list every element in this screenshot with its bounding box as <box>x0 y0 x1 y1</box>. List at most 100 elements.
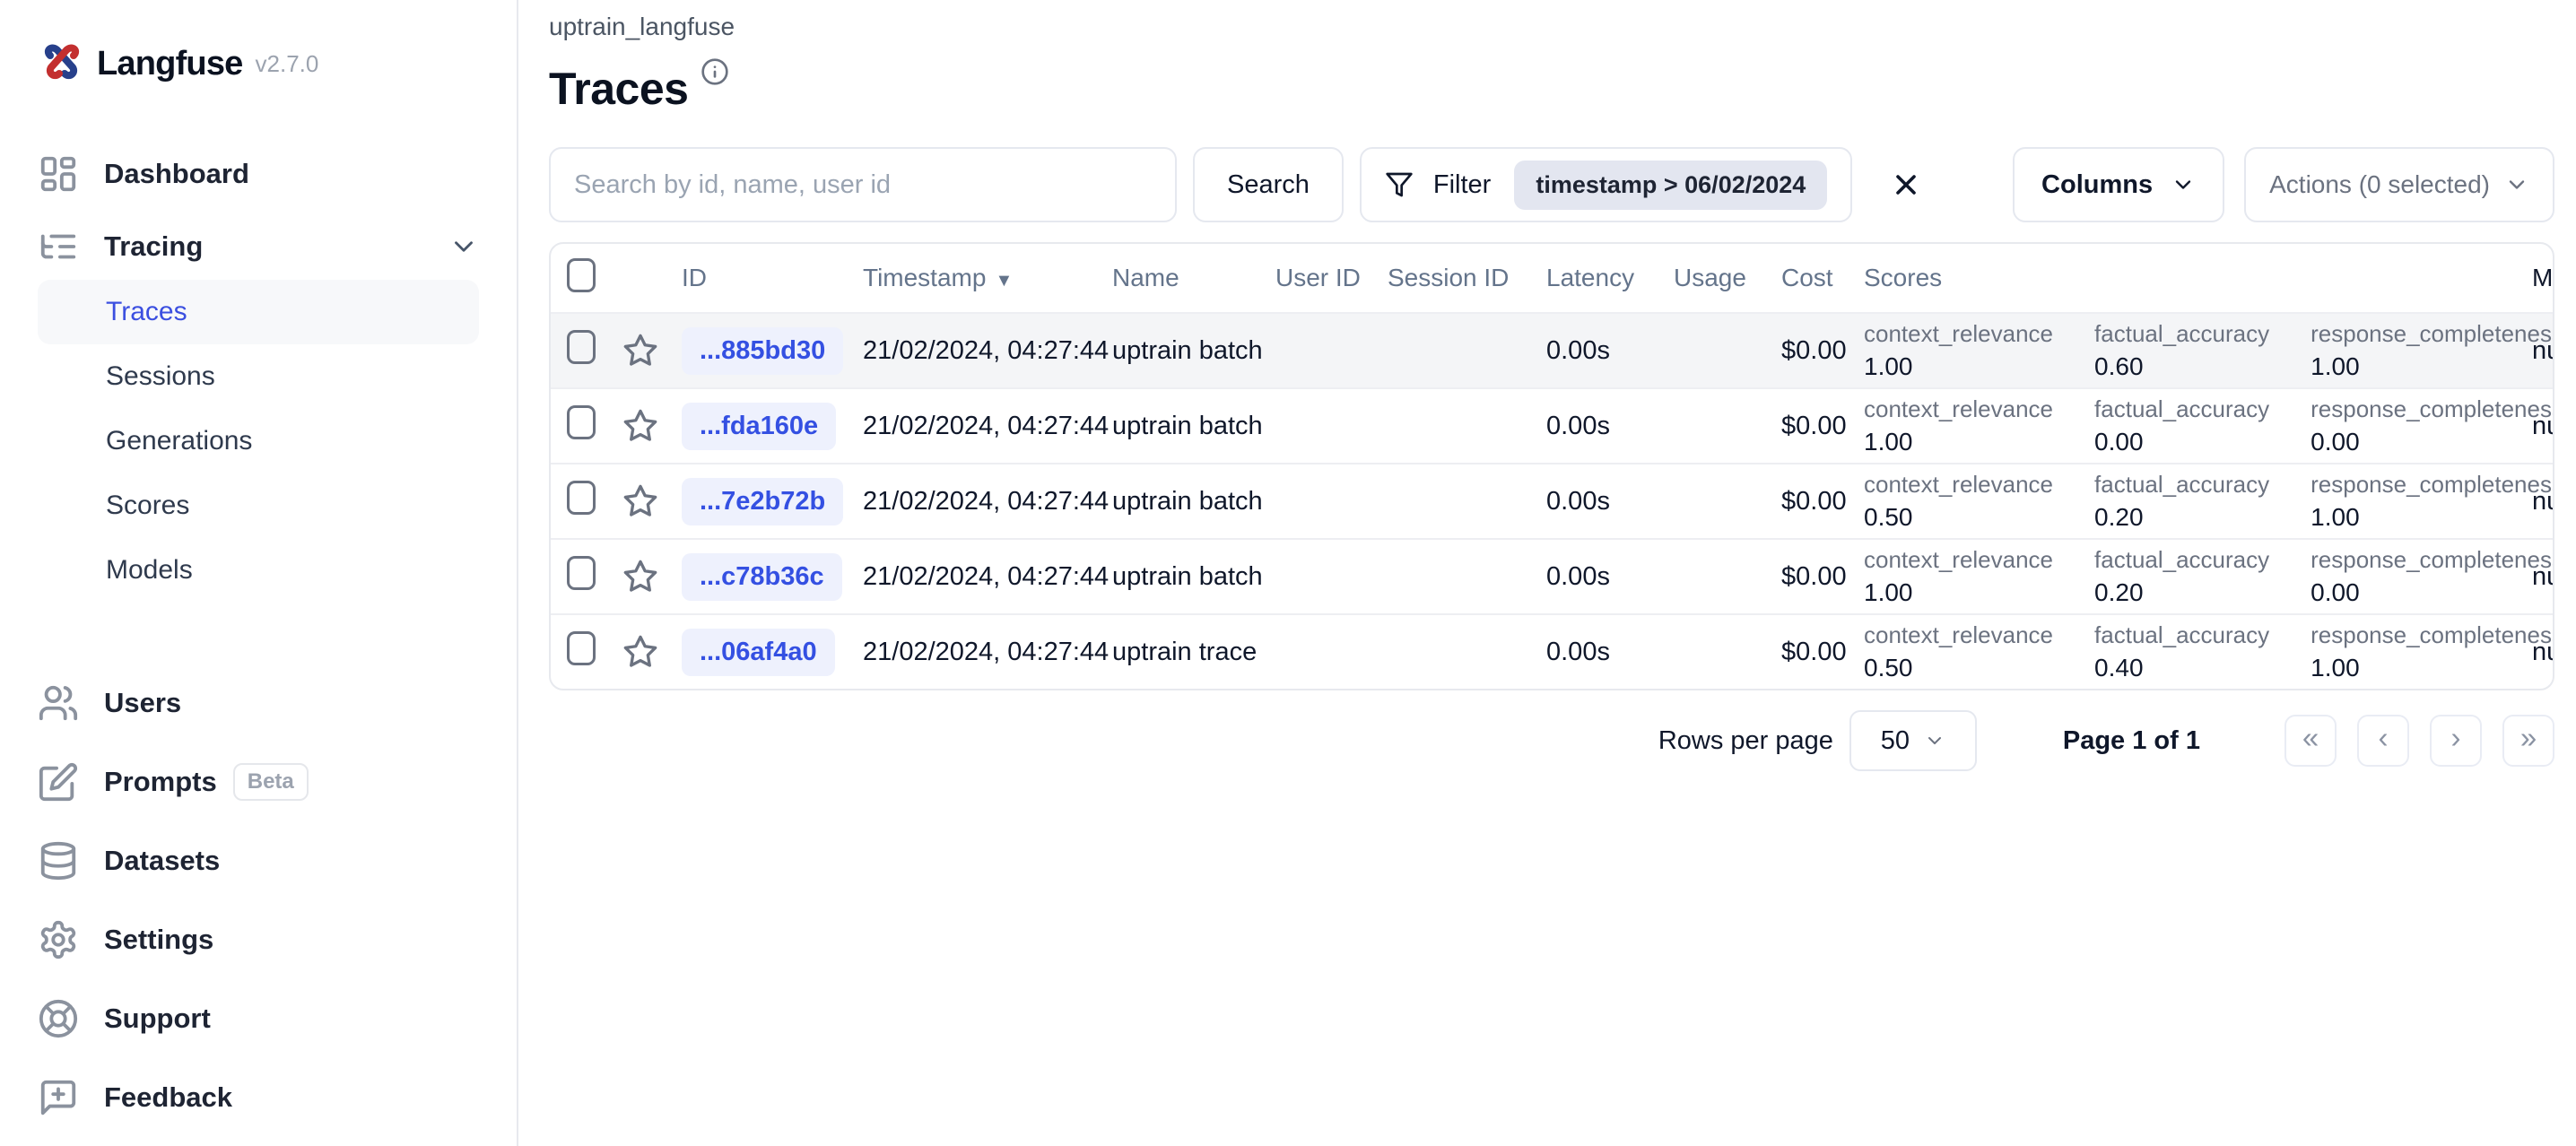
chevron-down-icon <box>1928 737 1941 744</box>
trace-timestamp: 21/02/2024, 04:27:44 <box>863 561 1110 591</box>
sidebar-item-label: Support <box>104 1003 211 1034</box>
col-header-id: ID <box>682 264 707 291</box>
page-size-select[interactable]: 50 <box>1849 710 1977 771</box>
trace-cost: $0.00 <box>1781 335 1847 365</box>
score-badge: response_completeness 1.00 <box>2311 621 2554 682</box>
favorite-star-icon[interactable] <box>622 333 658 369</box>
table-row[interactable]: ...06af4a0 21/02/2024, 04:27:44 uptrain … <box>551 613 2553 689</box>
filter-button[interactable]: Filter timestamp > 06/02/2024 <box>1359 147 1853 222</box>
last-page-button[interactable]: » <box>2502 715 2554 767</box>
trace-scores: context_relevance 1.00 factual_accuracy 0.… <box>1864 546 2553 606</box>
breadcrumb[interactable]: uptrain_langfuse <box>549 13 2554 41</box>
table-row[interactable]: ...fda160e 21/02/2024, 04:27:44 uptrain … <box>551 387 2553 463</box>
trace-cost: $0.00 <box>1781 561 1847 591</box>
row-checkbox[interactable] <box>567 330 596 364</box>
sidebar-item-label: Sessions <box>106 361 215 391</box>
score-badge: response_completeness 1.00 <box>2311 320 2554 380</box>
favorite-star-icon[interactable] <box>622 559 658 595</box>
trace-latency: 0.00s <box>1546 637 1610 666</box>
sidebar-item-label: Datasets <box>104 845 221 876</box>
table-row[interactable]: ...7e2b72b 21/02/2024, 04:27:44 uptrain … <box>551 463 2553 538</box>
trace-scores: context_relevance 1.00 factual_accuracy 0.… <box>1864 320 2553 380</box>
score-badge: response_completeness 0.00 <box>2311 395 2554 456</box>
sidebar-item-label: Models <box>106 555 193 585</box>
favorite-star-icon[interactable] <box>622 483 658 519</box>
trace-metadata-clipped: nu <box>2532 486 2553 516</box>
info-icon[interactable] <box>701 57 729 86</box>
first-page-button[interactable]: « <box>2284 715 2337 767</box>
trace-id-link[interactable]: ...885bd30 <box>682 326 844 375</box>
favorite-star-icon[interactable] <box>622 634 658 670</box>
rows-per-page-label: Rows per page <box>1658 725 1833 755</box>
toolbar: Search Filter timestamp > 06/02/2024 Col… <box>549 147 2554 222</box>
col-header-usage: Usage <box>1674 264 1746 291</box>
row-checkbox[interactable] <box>567 481 596 515</box>
search-input[interactable] <box>549 147 1177 222</box>
row-checkbox[interactable] <box>567 556 596 590</box>
sidebar: Langfuse v2.7.0 Dashboard Tracing Traces… <box>0 0 518 1146</box>
trace-timestamp: 21/02/2024, 04:27:44 <box>863 486 1110 516</box>
search-button[interactable]: Search <box>1193 147 1344 222</box>
score-badge: context_relevance 1.00 <box>1864 395 2054 456</box>
trace-id-link[interactable]: ...fda160e <box>682 402 837 450</box>
trace-id-link[interactable]: ...06af4a0 <box>682 628 835 676</box>
sidebar-item-label: Traces <box>106 297 187 326</box>
col-header-timestamp[interactable]: Timestamp ▼ <box>863 264 1112 292</box>
col-header-latency: Latency <box>1546 264 1635 291</box>
trace-id-link[interactable]: ...c78b36c <box>682 552 842 601</box>
sidebar-item-label: Settings <box>104 924 214 955</box>
col-header-scores: Scores <box>1864 264 1943 291</box>
clear-filter-icon[interactable] <box>1890 169 1922 201</box>
favorite-star-icon[interactable] <box>622 408 658 444</box>
sidebar-item-support[interactable]: Support <box>38 979 479 1058</box>
sidebar-item-label: Tracing <box>104 230 204 262</box>
message-plus-icon <box>40 1080 76 1116</box>
next-page-button[interactable]: › <box>2430 715 2482 767</box>
sidebar-item-label: Generations <box>106 426 253 456</box>
langfuse-knot-icon <box>44 44 80 80</box>
sidebar-item-models[interactable]: Models <box>38 538 479 603</box>
sidebar-item-scores[interactable]: Scores <box>38 473 479 538</box>
app-logo[interactable]: Langfuse v2.7.0 <box>0 36 517 91</box>
trace-cost: $0.00 <box>1781 637 1847 666</box>
sidebar-item-prompts[interactable]: Prompts Beta <box>38 742 479 821</box>
sort-desc-icon: ▼ <box>995 271 1014 291</box>
page-indicator: Page 1 of 1 <box>2062 725 2200 755</box>
sidebar-item-users[interactable]: Users <box>38 664 479 742</box>
chevron-down-icon <box>2175 180 2191 189</box>
gear-icon <box>40 920 76 959</box>
actions-button[interactable]: Actions (0 selected) <box>2244 147 2554 222</box>
chevron-down-icon[interactable] <box>448 231 479 262</box>
sidebar-item-tracing[interactable]: Tracing <box>38 213 479 280</box>
trace-name: uptrain batch <box>1112 486 1263 516</box>
sidebar-item-label: Dashboard <box>104 158 249 189</box>
score-badge: context_relevance 0.50 <box>1864 621 2054 682</box>
trace-latency: 0.00s <box>1546 561 1610 591</box>
beta-badge: Beta <box>232 763 309 801</box>
trace-latency: 0.00s <box>1546 335 1610 365</box>
score-badge: factual_accuracy 0.00 <box>2094 395 2270 456</box>
trace-id-link[interactable]: ...7e2b72b <box>682 477 844 525</box>
traces-table: ID Timestamp ▼ Name User ID Session ID La… <box>549 242 2554 690</box>
trace-cost: $0.00 <box>1781 486 1847 516</box>
trace-metadata-clipped: nu <box>2532 411 2553 440</box>
table-row[interactable]: ...885bd30 21/02/2024, 04:27:44 uptrain … <box>551 312 2553 387</box>
sidebar-item-dashboard[interactable]: Dashboard <box>38 135 479 213</box>
sidebar-item-feedback[interactable]: Feedback <box>38 1058 479 1137</box>
sidebar-item-sessions[interactable]: Sessions <box>38 344 479 409</box>
filter-chip[interactable]: timestamp > 06/02/2024 <box>1514 160 1828 210</box>
table-row[interactable]: ...c78b36c 21/02/2024, 04:27:44 uptrain … <box>551 538 2553 613</box>
select-all-checkbox[interactable] <box>567 257 596 292</box>
sidebar-item-generations[interactable]: Generations <box>38 409 479 473</box>
sidebar-item-datasets[interactable]: Datasets <box>38 821 479 900</box>
prev-page-button[interactable]: ‹ <box>2357 715 2409 767</box>
row-checkbox[interactable] <box>567 405 596 439</box>
score-badge: response_completeness 0.00 <box>2311 546 2554 606</box>
sidebar-item-settings[interactable]: Settings <box>38 900 479 979</box>
columns-button[interactable]: Columns <box>2013 147 2225 222</box>
trace-timestamp: 21/02/2024, 04:27:44 <box>863 411 1110 440</box>
trace-latency: 0.00s <box>1546 486 1610 516</box>
sidebar-item-traces[interactable]: Traces <box>38 280 479 344</box>
row-checkbox[interactable] <box>567 631 596 665</box>
trace-timestamp: 21/02/2024, 04:27:44 <box>863 637 1110 666</box>
